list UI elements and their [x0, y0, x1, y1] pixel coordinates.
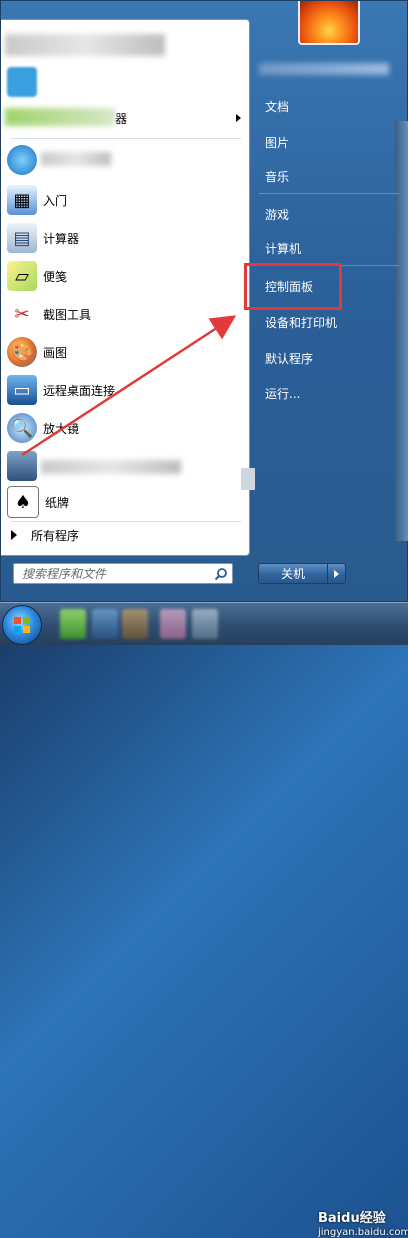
taskbar-app-icon[interactable] — [160, 609, 186, 639]
baidu-watermark: Baidu经验 — [318, 1211, 386, 1226]
taskbar: Baidu经验 jingyan.baidu.com — [0, 602, 408, 1238]
taskbar-app-icon[interactable] — [60, 609, 86, 639]
annotation-arrow — [21, 315, 237, 457]
start-button[interactable] — [2, 605, 42, 645]
taskbar-app-icon[interactable] — [122, 609, 148, 639]
taskbar-app-icon[interactable] — [192, 609, 218, 639]
windows-logo-icon — [14, 617, 30, 633]
taskbar-app-icon[interactable] — [92, 609, 118, 639]
baidu-watermark-url: jingyan.baidu.com — [318, 1227, 408, 1238]
